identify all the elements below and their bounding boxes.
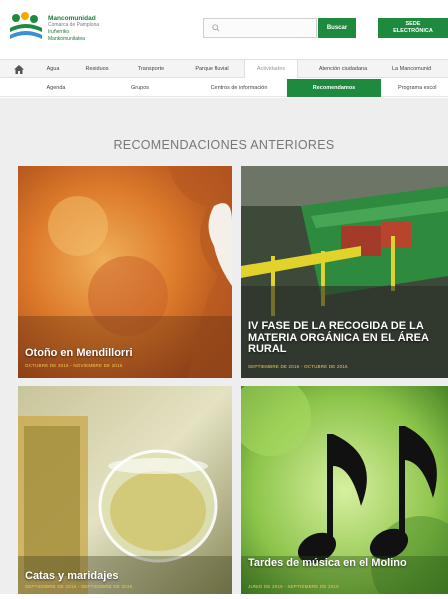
card-date: SEPTIEMBRE DE 2016 - SEPTIEMBRE DE 2016: [25, 584, 133, 589]
nav-item-la-mancomunidad[interactable]: La Mancomunid: [392, 60, 448, 78]
logo-line-1: Mancomunidad: [48, 15, 96, 22]
search-box: [203, 18, 317, 38]
search-icon: [212, 24, 220, 32]
recommendation-card-otono[interactable]: Otoño en Mendillorri OCTUBRE DE 2016 - N…: [18, 166, 232, 378]
subnav-item-grupos[interactable]: Grupos: [110, 79, 170, 97]
card-date: JUNIO DE 2016 - SEPTIEMBRE DE 2016: [248, 584, 339, 589]
section-title: RECOMENDACIONES ANTERIORES: [113, 138, 335, 152]
nav-item-agua[interactable]: Agua: [36, 60, 70, 78]
primary-nav: Agua Residuos Transporte Parque fluvial …: [0, 59, 448, 78]
subnav-item-agenda[interactable]: Agenda: [26, 79, 86, 97]
subnav-item-programa-escolar[interactable]: Programa escol: [392, 79, 448, 97]
site-header: Mancomunidad Comarca de Pamplona Iruñerr…: [0, 0, 448, 52]
home-icon[interactable]: [14, 65, 24, 74]
search-button[interactable]: Buscar: [318, 18, 356, 38]
nav-item-residuos[interactable]: Residuos: [76, 60, 118, 78]
card-title: IV FASE DE LA RECOGIDA DE LA MATERIA ORG…: [248, 320, 429, 355]
search-input[interactable]: [224, 21, 314, 35]
sede-electronica-button[interactable]: SEDE ELECTRÓNICA: [378, 18, 448, 38]
card-title: Tardes de música en el Molino: [248, 557, 407, 569]
nav-item-parque-fluvial[interactable]: Parque fluvial: [184, 60, 240, 78]
logo-line-2: Comarca de Pamplona: [48, 22, 100, 28]
logo-text: Mancomunidad Comarca de Pamplona Iruñerr…: [48, 15, 99, 43]
site-logo[interactable]: Mancomunidad Comarca de Pamplona Iruñerr…: [8, 10, 128, 44]
nav-item-transporte[interactable]: Transporte: [126, 60, 176, 78]
subnav-item-recomendamos[interactable]: Recomendamos: [287, 79, 381, 97]
tea-glasses-image: [18, 386, 232, 594]
nav-item-atencion-ciudadana[interactable]: Atención ciudadana: [302, 60, 384, 78]
subnav-item-centros[interactable]: Centros de información: [196, 79, 282, 97]
card-title: Catas y maridajes: [25, 570, 119, 582]
card-date: SEPTIEMBRE DE 2016 - OCTUBRE DE 2016: [248, 364, 348, 369]
card-title: Otoño en Mendillorri: [25, 347, 133, 359]
sede-line-1: SEDE: [405, 21, 421, 27]
recommendation-card-recogida-organica[interactable]: IV FASE DE LA RECOGIDA DE LA MATERIA ORG…: [241, 166, 448, 378]
secondary-nav: Agenda Grupos Centros de información Rec…: [0, 79, 448, 97]
recommendation-card-musica[interactable]: Tardes de música en el Molino JUNIO DE 2…: [241, 386, 448, 594]
logo-line-4: Mankomunitatea: [48, 36, 85, 42]
logo-mark-icon: [10, 12, 42, 39]
nav-item-actividades[interactable]: Actividades: [244, 60, 298, 78]
sede-line-2: ELECTRÓNICA: [393, 28, 433, 34]
card-date: OCTUBRE DE 2016 - NOVIEMBRE DE 2016: [25, 363, 123, 368]
logo-line-3: Iruñerriko: [48, 29, 70, 35]
recommendation-card-catas[interactable]: Catas y maridajes SEPTIEMBRE DE 2016 - S…: [18, 386, 232, 594]
